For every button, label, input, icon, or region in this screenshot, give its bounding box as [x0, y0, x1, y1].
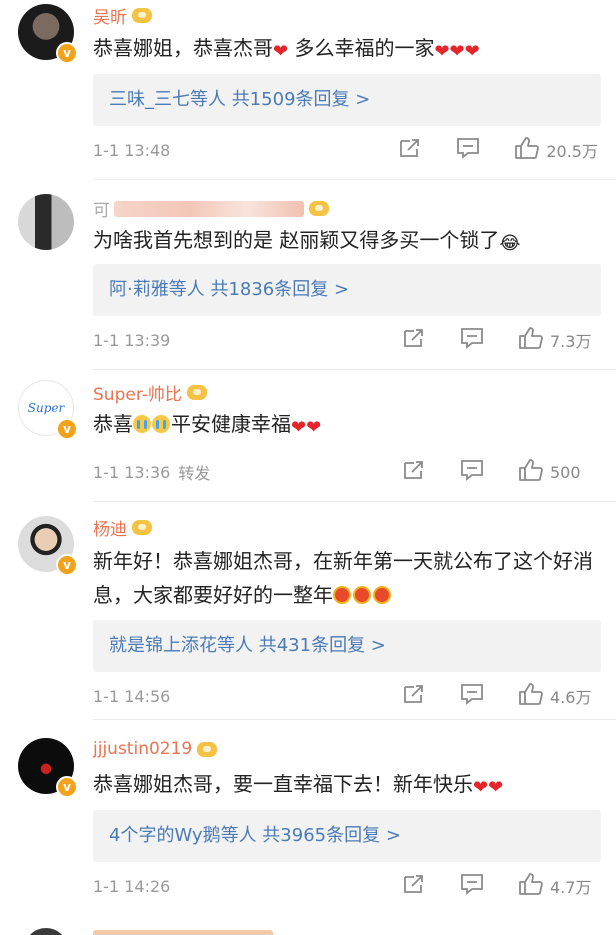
comment-text-part: 多么幸福的一家 [294, 36, 435, 60]
heart-icon: ❤❤❤ [434, 41, 480, 62]
member-crown-icon [132, 520, 152, 535]
comment-item: v 杨迪 新年好！恭喜娜姐杰哥，在新年第一天就公布了这个好消息，大家都要好好的一… [0, 502, 616, 720]
comment-text: 新年好！恭喜娜姐杰哥，在新年第一天就公布了这个好消息，大家都要好好的一整年 [93, 544, 602, 612]
verified-badge-icon: v [56, 554, 78, 576]
heart-icon: ❤ [273, 41, 289, 62]
username-text[interactable]: 吴昕 [93, 3, 127, 28]
lantern-emoji-icon [333, 586, 351, 604]
timestamp: 1-1 14:26 [93, 876, 171, 896]
share-icon[interactable] [402, 873, 426, 899]
like-icon[interactable] [518, 682, 544, 710]
member-crown-icon [186, 385, 207, 400]
laughing-crying-emoji-icon: 😂 [499, 233, 521, 254]
heart-icon: ❤❤ [291, 417, 322, 438]
comment-text-part: 平安健康幸福 [171, 412, 291, 436]
comment-item: v jjjustin0219 恭喜娜姐杰哥，要一直幸福下去！新年快乐❤❤ 4个字… [0, 720, 616, 910]
share-icon[interactable] [402, 683, 426, 709]
username[interactable]: 杨迪 [93, 515, 152, 540]
like-icon[interactable] [518, 872, 544, 900]
comment-icon[interactable] [460, 327, 484, 353]
timestamp: 1-1 13:39 [93, 330, 171, 350]
avatar[interactable]: Super v [18, 380, 78, 440]
username[interactable]: 可 [93, 196, 329, 221]
replies-link[interactable]: 4个字的Wy鹅等人 共3965条回复 > [93, 810, 601, 862]
username-text[interactable]: jjjustin0219 [93, 739, 192, 759]
lantern-emoji-icon [353, 586, 371, 604]
blurred-username-block [114, 200, 304, 217]
avatar-text: Super [27, 401, 65, 415]
comment-item: v 吴昕 恭喜娜姐，恭喜杰哥❤ 多么幸福的一家❤❤❤ 三味_三七等人 共1509… [0, 0, 616, 180]
like-count: 20.5万 [546, 142, 598, 161]
comment-text: 恭喜娜姐杰哥，要一直幸福下去！新年快乐❤❤ [93, 768, 602, 800]
verified-badge-icon: v [56, 418, 78, 440]
comment-item: 可 为啥我首先想到的是 赵丽颖又得多买一个锁了😂 阿·莉雅等人 共1836条回复… [0, 180, 616, 370]
blurred-username-block [93, 930, 273, 935]
timestamp: 1-1 14:56 [93, 686, 171, 706]
replies-link[interactable]: 就是锦上添花等人 共431条回复 > [93, 620, 601, 672]
replies-link[interactable]: 三味_三七等人 共1509条回复 > [93, 74, 601, 126]
comment-text: 恭喜娜姐，恭喜杰哥❤ 多么幸福的一家❤❤❤ [93, 32, 602, 64]
username[interactable]: Super-帅比 [93, 380, 207, 405]
member-crown-icon [197, 741, 218, 757]
crying-emoji-icon [152, 415, 170, 433]
avatar[interactable]: v [18, 4, 78, 64]
forward-label[interactable]: 转发 [178, 460, 210, 484]
share-icon[interactable] [402, 327, 426, 353]
comment-icon[interactable] [456, 137, 480, 163]
username[interactable]: jjjustin0219 [93, 739, 218, 759]
comment-item-partial [0, 918, 616, 935]
comment-text-part: 恭喜 [93, 412, 133, 436]
comment-text: 恭喜 平安健康幸福❤❤ [93, 408, 602, 440]
avatar[interactable] [24, 928, 68, 935]
comment-text: 为啥我首先想到的是 赵丽颖又得多买一个锁了😂 [93, 224, 602, 256]
comment-icon[interactable] [460, 683, 484, 709]
like-icon[interactable] [518, 326, 544, 354]
like-icon[interactable] [518, 458, 544, 486]
verified-badge-icon: v [56, 776, 78, 798]
username-text[interactable]: 杨迪 [93, 515, 127, 540]
comment-text-part: 为啥我首先想到的是 赵丽颖又得多买一个锁了 [93, 228, 500, 252]
comment-text-part: 恭喜娜姐，恭喜杰哥 [93, 36, 273, 60]
crying-emoji-icon [133, 415, 151, 433]
avatar[interactable]: v [18, 516, 78, 576]
username[interactable]: 吴昕 [93, 3, 152, 28]
member-crown-icon [309, 201, 329, 216]
like-count: 500 [550, 462, 581, 482]
share-icon[interactable] [402, 459, 426, 485]
timestamp: 1-1 13:48 [93, 140, 171, 160]
avatar[interactable] [18, 194, 74, 250]
heart-icon: ❤❤ [473, 777, 504, 798]
like-count: 4.6万 [550, 688, 592, 707]
comment-icon[interactable] [460, 873, 484, 899]
like-count: 4.7万 [550, 878, 592, 897]
replies-link[interactable]: 阿·莉雅等人 共1836条回复 > [93, 264, 601, 316]
username-text[interactable]: Super-帅比 [93, 380, 182, 405]
timestamp: 1-1 13:36 [93, 462, 171, 482]
like-count: 7.3万 [550, 332, 592, 351]
lantern-emoji-icon [373, 586, 391, 604]
comment-item: Super v Super-帅比 恭喜 平安健康幸福❤❤ 1-1 13:36 转发… [0, 370, 616, 502]
comment-text-part: 恭喜娜姐杰哥，要一直幸福下去！新年快乐 [93, 772, 473, 796]
verified-badge-icon: v [56, 42, 78, 64]
like-icon[interactable] [514, 136, 540, 164]
comment-icon[interactable] [460, 459, 484, 485]
username-text[interactable]: 可 [93, 196, 110, 221]
avatar[interactable]: v [18, 738, 78, 798]
member-crown-icon [132, 8, 152, 23]
share-icon[interactable] [398, 137, 422, 163]
